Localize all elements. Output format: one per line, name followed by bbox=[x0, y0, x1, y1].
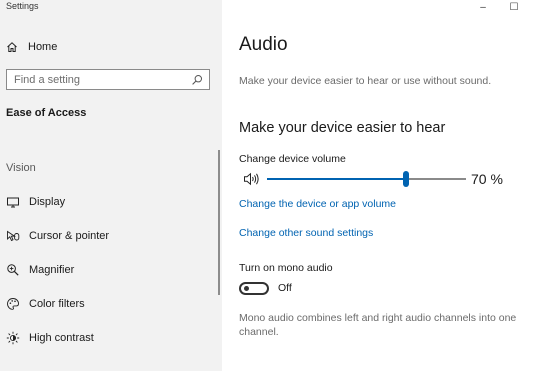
volume-label: Change device volume bbox=[239, 153, 346, 165]
sidebar-item-label: High contrast bbox=[29, 332, 94, 344]
mono-audio-toggle[interactable] bbox=[239, 281, 269, 295]
mono-audio-toggle-row: Off bbox=[239, 280, 292, 296]
sidebar-item-label: Display bbox=[29, 196, 66, 208]
speaker-icon bbox=[243, 172, 261, 186]
app-volume-link[interactable]: Change the device or app volume bbox=[239, 198, 396, 210]
volume-slider-fill bbox=[267, 178, 407, 180]
sidebar-item-label: Magnifier bbox=[29, 264, 75, 276]
mono-audio-description: Mono audio combines left and right audio… bbox=[239, 312, 517, 338]
sidebar-item-magnifier[interactable]: Magnifier bbox=[6, 262, 74, 278]
sidebar-item-label: Color filters bbox=[29, 298, 85, 310]
sidebar-scrollbar[interactable] bbox=[218, 150, 220, 295]
main-content: Audio Make your device easier to hear or… bbox=[222, 0, 547, 371]
display-icon bbox=[6, 195, 20, 209]
home-nav-item[interactable]: Home bbox=[6, 39, 57, 55]
mono-audio-label: Turn on mono audio bbox=[239, 262, 333, 274]
sidebar: Settings Home Ease of Access Vision Disp… bbox=[0, 0, 222, 371]
section-subheading: Make your device easier to hear bbox=[239, 120, 446, 136]
page-description: Make your device easier to hear or use w… bbox=[239, 75, 492, 87]
sidebar-item-color-filters[interactable]: Color filters bbox=[6, 296, 85, 312]
search-input[interactable] bbox=[7, 70, 191, 89]
home-label: Home bbox=[28, 41, 58, 53]
minimize-button[interactable]: – bbox=[472, 0, 494, 14]
volume-slider-thumb[interactable] bbox=[403, 171, 410, 187]
page-title: Audio bbox=[239, 34, 288, 55]
volume-slider[interactable] bbox=[267, 171, 466, 187]
group-label-vision: Vision bbox=[6, 162, 36, 174]
toggle-state-label: Off bbox=[278, 282, 292, 294]
app-title: Settings bbox=[6, 1, 39, 11]
volume-slider-row: 70 % bbox=[239, 170, 539, 188]
high-contrast-icon bbox=[6, 331, 20, 345]
sidebar-item-display[interactable]: Display bbox=[6, 194, 65, 210]
home-icon bbox=[6, 41, 18, 53]
color-filters-icon bbox=[6, 297, 20, 311]
toggle-knob bbox=[244, 285, 249, 291]
magnifier-icon bbox=[6, 263, 20, 277]
volume-value: 70 % bbox=[471, 171, 503, 187]
section-title: Ease of Access bbox=[6, 107, 87, 119]
sidebar-item-cursor-pointer[interactable]: Cursor & pointer bbox=[6, 228, 109, 244]
sidebar-item-high-contrast[interactable]: High contrast bbox=[6, 330, 94, 346]
maximize-button[interactable]: ☐ bbox=[503, 0, 525, 14]
search-icon[interactable] bbox=[191, 74, 203, 86]
sidebar-item-label: Cursor & pointer bbox=[29, 230, 110, 242]
cursor-icon bbox=[6, 229, 20, 243]
sound-settings-link[interactable]: Change other sound settings bbox=[239, 227, 373, 239]
search-box[interactable] bbox=[6, 69, 210, 90]
